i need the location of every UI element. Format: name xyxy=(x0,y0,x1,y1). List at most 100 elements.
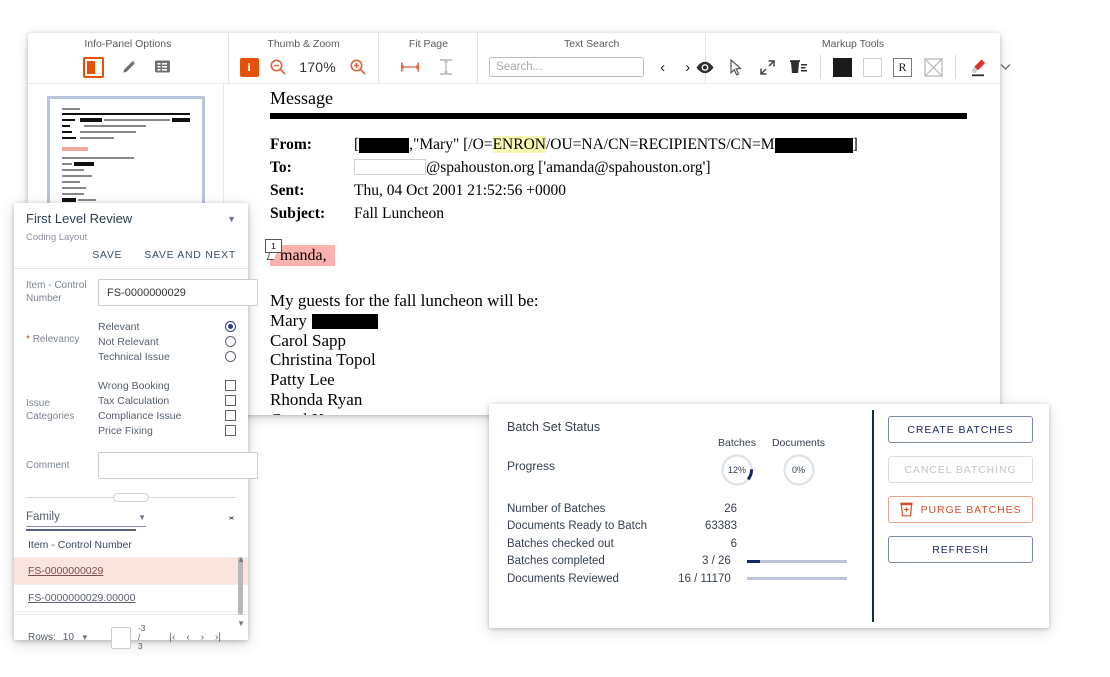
relevancy-options: Relevant Not Relevant Technical Issue xyxy=(98,319,236,364)
salutation-highlight[interactable]: manda, 1 xyxy=(270,247,335,265)
chevron-down-icon[interactable]: ▼ xyxy=(138,513,146,522)
comment-input[interactable] xyxy=(98,452,258,479)
rows-per-page-value[interactable]: 10 xyxy=(63,632,74,643)
highlighter-icon[interactable] xyxy=(968,57,988,77)
list-pagination: Rows: 10 ▼ -3 / 3 |‹ ‹ › ›| xyxy=(14,614,248,651)
stat-label: Batches completed xyxy=(507,555,667,567)
checkbox-icon[interactable] xyxy=(225,410,236,421)
toolbar-group-caption: Thumb & Zoom xyxy=(267,38,339,50)
prev-page-button[interactable]: ‹ xyxy=(184,632,191,643)
redaction-box-2 xyxy=(775,138,853,153)
relevancy-option-not-relevant[interactable]: Not Relevant xyxy=(98,334,236,349)
chevron-down-icon[interactable]: ▼ xyxy=(81,633,89,642)
thumbnail-page-1[interactable] xyxy=(47,96,205,212)
notes-icon[interactable] xyxy=(152,57,172,77)
expand-icon[interactable] xyxy=(757,57,777,77)
eye-icon[interactable] xyxy=(695,57,715,77)
option-label: Not Relevant xyxy=(98,336,159,348)
scroll-down-icon[interactable]: ▼ xyxy=(237,619,245,628)
purge-trash-icon xyxy=(900,502,913,517)
list-item[interactable]: FS-0000000029.00000 xyxy=(14,585,248,612)
toolbar-group-caption: Text Search xyxy=(564,38,619,50)
search-input[interactable] xyxy=(489,57,644,77)
refresh-button[interactable]: REFRESH xyxy=(888,536,1033,563)
zoom-out-icon[interactable] xyxy=(268,57,288,77)
first-page-button[interactable]: |‹ xyxy=(167,632,177,643)
family-select[interactable]: Family ▼ xyxy=(26,511,146,527)
relevancy-option-relevant[interactable]: Relevant xyxy=(98,319,236,334)
issue-option-compliance-issue[interactable]: Compliance Issue xyxy=(98,408,236,423)
create-batches-button[interactable]: CREATE BATCHES xyxy=(888,416,1033,443)
radio-icon[interactable] xyxy=(225,321,236,332)
list-scrollbar[interactable] xyxy=(238,557,243,615)
toolbar-group-thumb-zoom: Thumb & Zoom i 170% xyxy=(229,33,379,83)
chevron-down-icon[interactable] xyxy=(999,57,1011,77)
family-selector-row: Family ▼ ⌄⌃ xyxy=(26,511,236,527)
black-swatch[interactable] xyxy=(833,58,852,77)
zoom-level-value[interactable]: 170% xyxy=(297,59,339,75)
toolbar-group-caption: Markup Tools xyxy=(822,38,884,50)
stat-progress-bar xyxy=(747,577,847,580)
delete-list-icon[interactable] xyxy=(788,57,808,77)
list-item[interactable]: FS-0000000029 xyxy=(14,558,248,585)
next-page-button[interactable]: › xyxy=(199,632,206,643)
purge-batches-button[interactable]: PURGE BATCHES xyxy=(888,496,1033,523)
list-column-header: Item - Control Number xyxy=(14,531,248,558)
white-swatch[interactable] xyxy=(863,58,882,77)
issue-option-tax-calculation[interactable]: Tax Calculation xyxy=(98,393,236,408)
checkbox-icon[interactable] xyxy=(225,380,236,391)
fit-width-icon[interactable] xyxy=(400,57,420,77)
stat-value: 6 xyxy=(667,538,737,550)
option-label: Compliance Issue xyxy=(98,410,181,422)
issue-option-wrong-booking[interactable]: Wrong Booking xyxy=(98,378,236,393)
redaction-r-icon[interactable]: R xyxy=(893,58,912,77)
stat-value: 3 / 26 xyxy=(667,555,731,567)
toolbar: Info-Panel Options Thumb & Zoom i xyxy=(28,33,1000,83)
field-value-to: @spahouston.org ['amanda@spahouston.org'… xyxy=(354,156,711,179)
to-text: @spahouston.org ['amanda@spahouston.org'… xyxy=(426,159,711,176)
search-prev-button[interactable]: ‹ xyxy=(656,60,669,75)
radio-icon[interactable] xyxy=(225,351,236,362)
fit-height-icon[interactable] xyxy=(436,57,456,77)
zoom-in-icon[interactable] xyxy=(348,57,368,77)
cursor-icon[interactable] xyxy=(726,57,746,77)
stat-row: Documents Reviewed 16 / 11170 xyxy=(507,570,847,588)
comment-marker[interactable]: 1 xyxy=(265,239,282,253)
page-number-input[interactable] xyxy=(111,627,131,649)
redaction-box-guest xyxy=(312,314,378,329)
field-value-from: [,"Mary" [/O=ENRON/OU=NA/CN=RECIPIENTS/C… xyxy=(354,133,858,156)
save-and-next-button[interactable]: SAVE AND NEXT xyxy=(144,249,236,261)
cross-box-icon[interactable] xyxy=(923,57,943,77)
radio-icon[interactable] xyxy=(225,336,236,347)
panel-resize-handle[interactable] xyxy=(26,493,236,502)
issue-categories-field: Issue Categories Wrong Booking Tax Calcu… xyxy=(14,364,248,438)
last-page-button[interactable]: ›| xyxy=(213,632,223,643)
save-button[interactable]: SAVE xyxy=(92,249,122,261)
pencil-icon[interactable] xyxy=(118,57,138,77)
field-label-to: To: xyxy=(270,156,354,179)
coding-layout-label: Coding Layout xyxy=(14,232,248,243)
info-icon[interactable]: i xyxy=(240,58,259,77)
document-pane[interactable]: Message From: [,"Mary" [/O=ENRON/OU=NA/C… xyxy=(224,84,1000,415)
list-item-link[interactable]: FS-0000000029 xyxy=(28,565,103,577)
scroll-up-icon[interactable]: ▲ xyxy=(237,555,245,564)
required-mark: * xyxy=(26,334,30,345)
donut-documents: Documents 0% xyxy=(772,437,825,487)
resize-grip[interactable] xyxy=(113,493,149,502)
batch-stats: Number of Batches 26 Documents Ready to … xyxy=(507,500,847,588)
item-control-number-input[interactable] xyxy=(98,279,258,306)
checkbox-icon[interactable] xyxy=(225,425,236,436)
collapse-toggle-icon[interactable]: ⌄⌃ xyxy=(227,513,236,525)
search-next-button[interactable]: › xyxy=(681,60,694,75)
coding-panel-header[interactable]: First Level Review ▼ xyxy=(14,203,248,232)
panel-split-icon[interactable] xyxy=(83,57,104,78)
checkbox-icon[interactable] xyxy=(225,395,236,406)
document-rule xyxy=(270,113,967,119)
relevancy-option-technical-issue[interactable]: Technical Issue xyxy=(98,349,236,364)
stat-row: Batches checked out 6 xyxy=(507,535,847,553)
chevron-down-icon[interactable]: ▼ xyxy=(227,214,236,224)
option-label: Relevant xyxy=(98,321,139,333)
markup-divider-2 xyxy=(955,55,956,79)
issue-option-price-fixing[interactable]: Price Fixing xyxy=(98,423,236,438)
list-item-link[interactable]: FS-0000000029.00000 xyxy=(28,592,135,604)
